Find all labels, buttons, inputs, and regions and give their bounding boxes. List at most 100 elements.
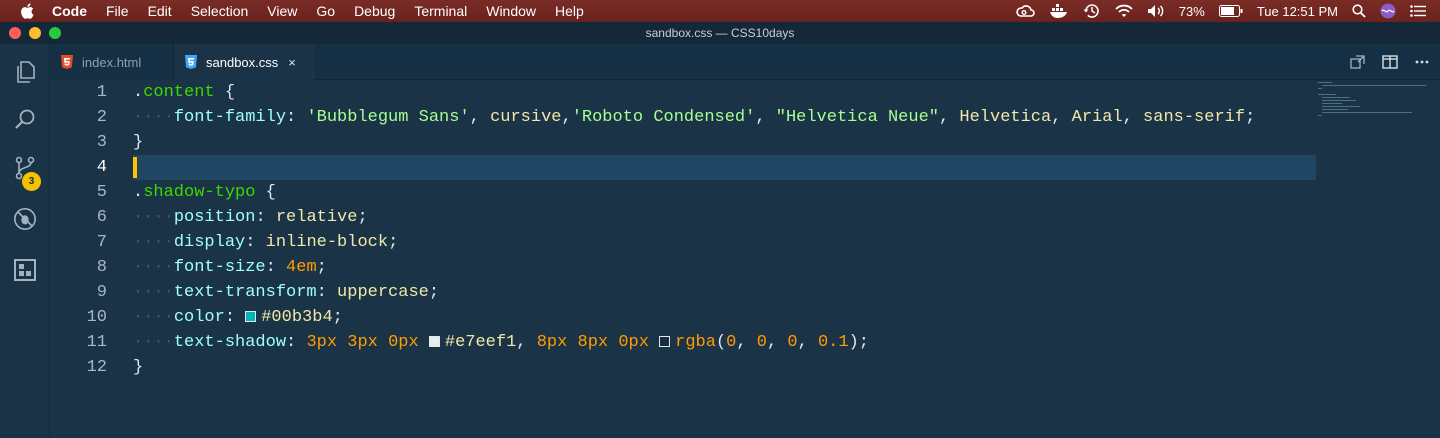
code-line-11[interactable]: ····text-shadow: 3px 3px 0px #e7eef1, 8p… xyxy=(133,330,869,355)
tab-label: sandbox.css xyxy=(206,54,279,70)
notification-center-icon[interactable] xyxy=(1410,0,1426,22)
css-property: color xyxy=(173,308,225,327)
window-title: sandbox.css — CSS10days xyxy=(645,26,795,40)
extensions-icon[interactable] xyxy=(13,258,37,282)
current-line-highlight xyxy=(133,155,1316,180)
status-menu-area: 73% Tue 12:51 PM xyxy=(1015,0,1440,22)
css-number: 0 xyxy=(726,333,737,352)
window-maximize-button[interactable] xyxy=(49,27,61,39)
code-line-1[interactable]: .content { xyxy=(133,80,235,105)
menu-go[interactable]: Go xyxy=(316,3,335,19)
line-number-gutter: 1 2 3 4 5 6 7 8 9 10 11 12 xyxy=(50,80,133,438)
creative-cloud-icon[interactable] xyxy=(1015,0,1035,22)
code-line-8[interactable]: ····font-size: 4em; xyxy=(133,255,327,280)
line-number: 1 xyxy=(96,83,107,102)
css-property: position xyxy=(173,208,256,227)
line-number: 8 xyxy=(96,258,107,277)
code-line-5[interactable]: .shadow-typo { xyxy=(133,180,276,205)
css-property: display xyxy=(173,233,246,252)
css-number: 0 xyxy=(756,333,767,352)
menubar-clock[interactable]: Tue 12:51 PM xyxy=(1257,4,1338,19)
line-number: 7 xyxy=(96,233,107,252)
css-value: Arial xyxy=(1071,108,1123,127)
code-line-9[interactable]: ····text-transform: uppercase; xyxy=(133,280,439,305)
search-icon[interactable] xyxy=(13,108,37,132)
tab-sandbox-css[interactable]: sandbox.css × xyxy=(174,44,315,80)
css-number: 0 xyxy=(787,333,798,352)
css-property: font-size xyxy=(173,258,266,277)
time-machine-icon[interactable] xyxy=(1083,0,1101,22)
macos-menu-bar: Code File Edit Selection View Go Debug T… xyxy=(0,0,1440,22)
color-swatch-teal[interactable] xyxy=(245,311,257,322)
tab-close-button[interactable]: × xyxy=(288,55,296,70)
window-minimize-button[interactable] xyxy=(29,27,41,39)
code-line-3[interactable]: } xyxy=(133,130,143,155)
color-swatch-rgba[interactable] xyxy=(659,336,671,347)
css-property: text-shadow xyxy=(173,333,287,352)
text-cursor xyxy=(133,157,137,178)
editor-tab-bar: index.html sandbox.css × xyxy=(50,44,1440,80)
css-selector: shadow-typo xyxy=(143,183,256,202)
css3-icon xyxy=(184,55,198,69)
css-number: 0.1 xyxy=(817,333,849,352)
css-unit: em xyxy=(296,258,317,277)
line-number-current: 4 xyxy=(96,158,107,177)
code-line-10[interactable]: ····color: #00b3b4; xyxy=(133,305,343,330)
code-line-2[interactable]: ····font-family: 'Bubblegum Sans', cursi… xyxy=(133,105,1255,130)
apple-icon[interactable] xyxy=(20,3,36,19)
line-number: 2 xyxy=(96,108,107,127)
volume-icon[interactable] xyxy=(1147,0,1165,22)
more-actions-icon[interactable] xyxy=(1414,54,1430,70)
code-line-6[interactable]: ····position: relative; xyxy=(133,205,368,230)
debug-icon[interactable] xyxy=(13,207,37,231)
css-property: text-transform xyxy=(173,283,317,302)
menu-edit[interactable]: Edit xyxy=(148,3,172,19)
tab-index-html[interactable]: index.html xyxy=(50,44,174,80)
line-number: 10 xyxy=(86,308,107,327)
code-line-7[interactable]: ····display: inline-block; xyxy=(133,230,398,255)
menu-app-name[interactable]: Code xyxy=(52,3,87,19)
window-title-bar: sandbox.css — CSS10days xyxy=(0,22,1440,44)
siri-icon[interactable] xyxy=(1380,0,1396,22)
css-value: Helvetica xyxy=(959,108,1052,127)
css-property: font-family xyxy=(173,108,287,127)
menu-terminal[interactable]: Terminal xyxy=(414,3,467,19)
source-control-badge: 3 xyxy=(22,172,41,191)
line-number: 9 xyxy=(96,283,107,302)
css-value: uppercase xyxy=(337,283,429,302)
wifi-icon[interactable] xyxy=(1115,0,1133,22)
css-color-value: #e7eef1 xyxy=(444,333,517,352)
line-number: 3 xyxy=(96,133,107,152)
css-value: relative xyxy=(275,208,358,227)
battery-percentage: 73% xyxy=(1178,3,1205,19)
menu-window[interactable]: Window xyxy=(486,3,536,19)
spotlight-search-icon[interactable] xyxy=(1352,0,1366,22)
window-controls xyxy=(9,27,69,39)
docker-icon[interactable] xyxy=(1049,0,1069,22)
menu-view[interactable]: View xyxy=(267,3,297,19)
menu-file[interactable]: File xyxy=(106,3,129,19)
css-string: 'Bubblegum Sans' xyxy=(306,108,470,127)
css-number: 4 xyxy=(286,258,297,277)
code-line-12[interactable]: } xyxy=(133,355,143,380)
line-number: 12 xyxy=(86,358,107,377)
open-changes-icon[interactable] xyxy=(1350,54,1366,70)
explorer-icon[interactable] xyxy=(13,60,37,84)
split-editor-icon[interactable] xyxy=(1382,54,1398,70)
menu-help[interactable]: Help xyxy=(555,3,584,19)
css-function: rgba xyxy=(675,333,716,352)
minimap[interactable] xyxy=(1316,80,1440,438)
line-number: 5 xyxy=(96,183,107,202)
css-value: sans-serif xyxy=(1143,108,1246,127)
editor-actions xyxy=(1334,44,1430,80)
css-value: cursive xyxy=(490,108,562,127)
menu-selection[interactable]: Selection xyxy=(191,3,249,19)
tab-label: index.html xyxy=(82,54,142,70)
battery-icon[interactable] xyxy=(1218,0,1243,22)
code-area[interactable]: .content { ····font-family: 'Bubblegum S… xyxy=(133,80,1316,438)
code-editor[interactable]: 1 2 3 4 5 6 7 8 9 10 11 12 .content { ··… xyxy=(50,80,1440,438)
menu-debug[interactable]: Debug xyxy=(354,3,395,19)
line-number: 11 xyxy=(86,333,107,352)
window-close-button[interactable] xyxy=(9,27,21,39)
color-swatch-light[interactable] xyxy=(428,336,440,347)
